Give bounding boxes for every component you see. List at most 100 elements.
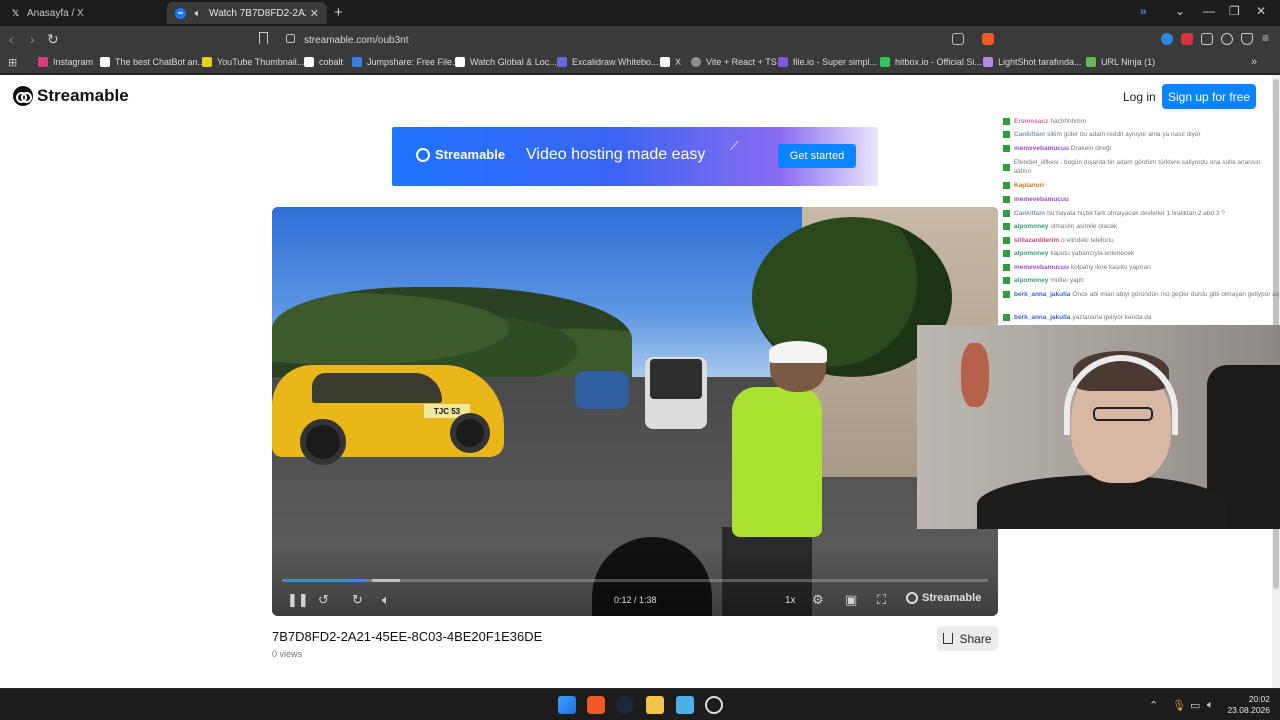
back-button[interactable]: ‹: [9, 31, 14, 47]
bookmark-label: Vite + React + TS: [706, 57, 777, 67]
get-started-button[interactable]: Get started: [778, 144, 856, 168]
file-explorer-icon[interactable]: [646, 696, 664, 714]
rewind-icon[interactable]: ↺: [318, 592, 329, 608]
more-bookmarks-icon[interactable]: »: [1251, 56, 1257, 68]
chat-text: Efendiel_ilifkesi : bugün dışarda bir ad…: [1013, 159, 1261, 175]
discord-icon[interactable]: [705, 696, 723, 714]
close-tab-icon[interactable]: ✕: [310, 7, 319, 20]
menu-icon[interactable]: ≡: [1262, 31, 1274, 45]
brave-browser-icon[interactable]: [587, 696, 605, 714]
address-bar[interactable]: streamable.com/oub3nt: [276, 30, 976, 50]
settings-gear-icon[interactable]: ⚙: [812, 592, 824, 608]
network-icon[interactable]: ▭: [1190, 699, 1200, 712]
minimize-button[interactable]: —: [1203, 4, 1215, 18]
music-icon[interactable]: [1221, 33, 1233, 45]
new-tab-button[interactable]: +: [334, 4, 343, 21]
streamable-logo-icon: [13, 86, 33, 106]
close-window-button[interactable]: ✕: [1256, 4, 1266, 18]
share-icon: [943, 633, 954, 644]
extension-blue-icon[interactable]: [1161, 33, 1173, 45]
time-display: 0:12 / 1:38: [614, 595, 657, 605]
speaker-icon[interactable]: 🔈︎: [192, 8, 203, 19]
chat-badge-icon: [1003, 117, 1010, 125]
share-button[interactable]: Share: [937, 626, 998, 651]
chat-username: memevebamucuu: [1014, 263, 1069, 271]
chat-message: Kaplanuri: [1003, 179, 1046, 191]
bookmark-label: Watch Global & Loc...: [470, 57, 557, 67]
chat-username: berk_anna_jakulla: [1014, 313, 1071, 321]
bookmark-item[interactable]: LightShot tarafında...: [983, 57, 1082, 67]
tabs-indicator-icon[interactable]: »: [1140, 4, 1147, 18]
bookmark-item[interactable]: YouTube Thumbnail...: [202, 57, 304, 67]
clock-date: 23.08.2026: [1227, 705, 1270, 715]
fullscreen-icon[interactable]: ⛶: [877, 592, 886, 608]
picture-in-picture-icon[interactable]: ▣: [845, 592, 857, 608]
chat-username: memevebamucuu: [1014, 195, 1069, 203]
chat-username: alpomoney: [1014, 276, 1049, 284]
chat-username: memevebamucuu: [1014, 144, 1069, 152]
vpn-shield-icon[interactable]: [1241, 33, 1253, 45]
bookmark-item[interactable]: file.io - Super simpl...: [778, 57, 877, 67]
player-brand[interactable]: Streamable: [906, 592, 981, 604]
webcam-shirt: [977, 475, 1227, 529]
extensions-icon[interactable]: [1201, 33, 1213, 45]
microphone-icon[interactable]: 🎙︎: [1172, 699, 1186, 712]
login-link[interactable]: Log in: [1123, 90, 1156, 104]
bookmark-item[interactable]: X: [660, 57, 681, 67]
chat-username: alpomoney: [1014, 222, 1049, 230]
ad-banner[interactable]: Streamable Video hosting made easy ⟋ Get…: [392, 127, 878, 186]
tab-streamable[interactable]: ∞ 🔈︎ Watch 7B7D8FD2-2A21-45EE ✕: [167, 2, 327, 24]
video-player[interactable]: TJC 53 ❚❚ ↺ ↻ 🔈︎ 0:12 / 1:38 1x ⚙ ▣ ⛶ St…: [272, 207, 998, 616]
chat-username: Cankiltam: [1014, 130, 1046, 138]
start-icon[interactable]: [558, 696, 576, 714]
clock[interactable]: 20:02 23.08.2026: [1226, 694, 1270, 716]
bookmark-label: X: [675, 57, 682, 67]
tray-expand-icon[interactable]: ⌃: [1149, 699, 1158, 712]
pause-button[interactable]: ❚❚: [287, 592, 309, 608]
chat-badge-icon: [1003, 163, 1010, 171]
fileio-icon: [778, 57, 788, 67]
bookmark-item[interactable]: Jumpshare: Free File...: [352, 57, 460, 67]
chat-message: alpomoney olmaslın asimile olacak: [1003, 220, 1117, 232]
chat-text: bu hayata hiçbir fark olmayacak devletle…: [1047, 209, 1225, 217]
chat-message: Cankiltam bu hayata hiçbir fark olmayacak…: [1003, 207, 1225, 219]
extension-red-icon[interactable]: [1181, 33, 1193, 45]
bookmark-label: Instagram: [53, 57, 94, 67]
video-title: 7B7D8FD2-2A21-45EE-8C03-4BE20F1E36DE: [272, 629, 543, 644]
signup-button[interactable]: Sign up for free: [1162, 84, 1256, 109]
playback-speed[interactable]: 1x: [785, 595, 796, 606]
logo-text: Streamable: [37, 86, 129, 105]
app-icon[interactable]: [676, 696, 694, 714]
translate-icon[interactable]: [952, 33, 964, 45]
restore-button[interactable]: ❐: [1229, 4, 1240, 18]
bookmark-item[interactable]: Watch Global & Loc...: [455, 57, 557, 67]
apps-grid-icon[interactable]: ⊞: [8, 56, 17, 69]
chevron-down-icon[interactable]: ⌄: [1175, 4, 1185, 18]
tab-x-home[interactable]: 𝕏 Anasayfa / X: [2, 2, 162, 24]
steam-icon[interactable]: [616, 696, 634, 714]
bookmark-item[interactable]: The best ChatBot an...: [100, 57, 205, 67]
bookmark-item[interactable]: Instagram: [38, 57, 93, 67]
progress-buffer: [372, 579, 400, 582]
globe-icon: [691, 57, 701, 67]
forward-button[interactable]: ›: [30, 31, 35, 47]
chat-badge-icon: [1003, 130, 1010, 138]
volume-icon[interactable]: 🔈︎: [382, 592, 390, 608]
bookmark-icon[interactable]: [259, 32, 268, 44]
reload-button[interactable]: ↻: [47, 31, 59, 48]
chat-username: alpomoney: [1014, 249, 1049, 257]
chat-badge-icon: [1003, 313, 1010, 321]
chat-message: berk_anna_jakulla yazlanana geliyor kenda…: [1003, 311, 1152, 323]
bookmark-item[interactable]: hitbox.io - Official Si...: [880, 57, 982, 67]
forward-icon[interactable]: ↻: [352, 592, 363, 608]
bookmark-item[interactable]: URL Ninja (1): [1086, 57, 1155, 67]
site-settings-icon[interactable]: [286, 34, 295, 43]
volume-icon[interactable]: 🔈︎: [1207, 699, 1214, 712]
youtube-thumbnail-icon: [202, 57, 212, 67]
bookmark-item[interactable]: Excalidraw Whitebo...: [557, 57, 659, 67]
bookmark-item[interactable]: Vite + React + TS: [691, 57, 777, 67]
brave-shields-icon[interactable]: [982, 33, 994, 45]
bookmark-item[interactable]: cobalt: [304, 57, 343, 67]
browser-tab-bar: 𝕏 Anasayfa / X ∞ 🔈︎ Watch 7B7D8FD2-2A21-…: [0, 0, 1280, 26]
streamable-logo[interactable]: Streamable: [13, 86, 129, 106]
